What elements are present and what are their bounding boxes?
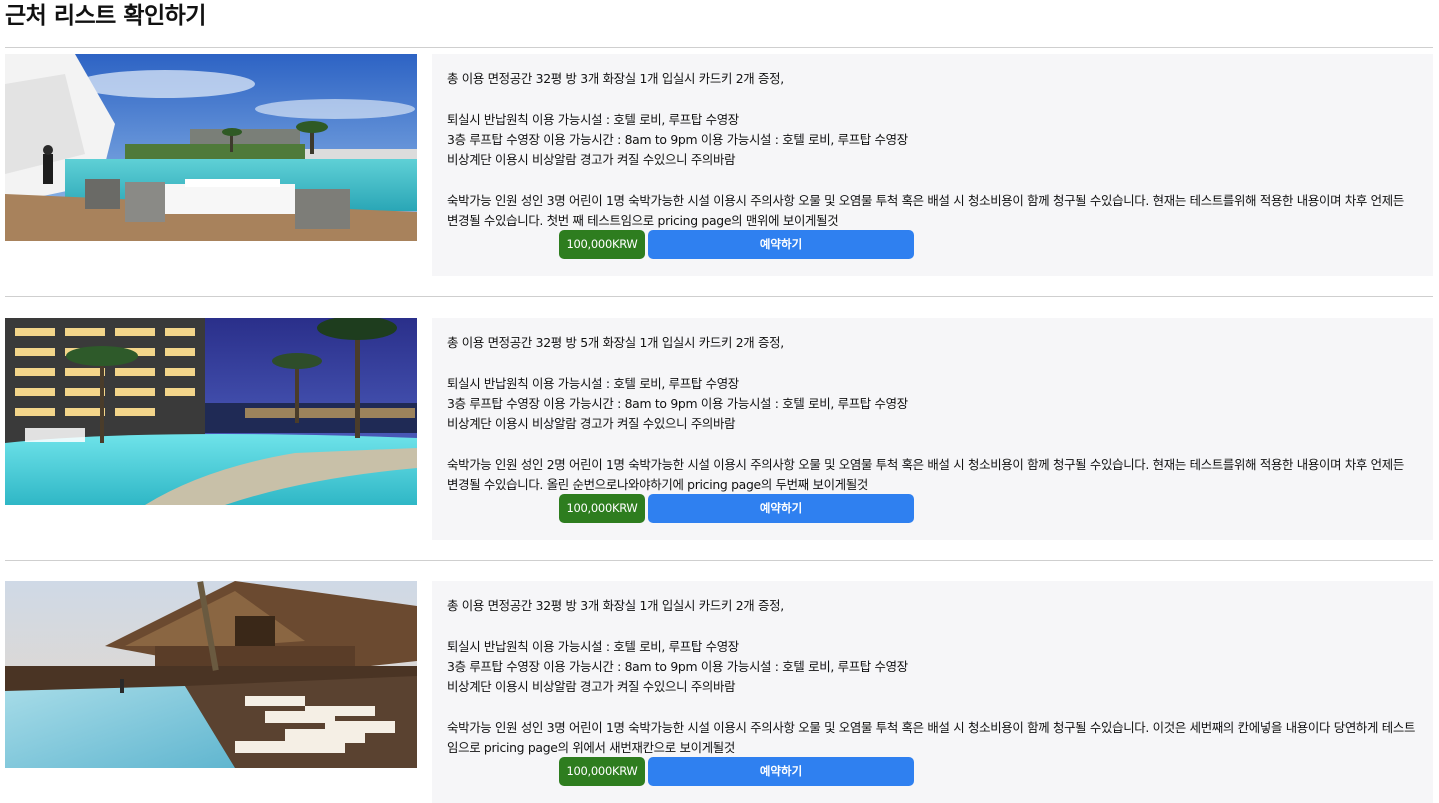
wooden-villa-pool-photo xyxy=(5,581,417,768)
listing-card: 총 이용 면정공간 32평 방 5개 화장실 1개 입실시 카드키 2개 증정,… xyxy=(5,318,1433,540)
listing-info: 총 이용 면정공간 32평 방 3개 화장실 1개 입실시 카드키 2개 증정,… xyxy=(432,581,1433,803)
reserve-button[interactable]: 예약하기 xyxy=(648,494,914,523)
listing-guest-notice: 숙박가능 인원 성인 2명 어린이 1명 숙박가능한 시설 이용시 주의사항 오… xyxy=(447,456,1404,493)
listing-card: 총 이용 면정공간 32평 방 3개 화장실 1개 입실시 카드키 2개 증정,… xyxy=(5,54,1433,276)
divider xyxy=(5,560,1433,561)
resort-night-pool-photo xyxy=(5,318,417,505)
listing-emergency-notice: 비상계단 이용시 비상알람 경고가 켜질 수있으니 주의바람 xyxy=(447,152,736,168)
listing-guest-notice: 숙박가능 인원 성인 3명 어린이 1명 숙박가능한 시설 이용시 주의사항 오… xyxy=(447,719,1416,756)
listing-checkout-policy: 퇴실시 반납원칙 이용 가능시설 : 호텔 로비, 루프탑 수영장 xyxy=(447,111,739,127)
listing-checkout-policy: 퇴실시 반납원칙 이용 가능시설 : 호텔 로비, 루프탑 수영장 xyxy=(447,375,739,391)
listing-info: 총 이용 면정공간 32평 방 5개 화장실 1개 입실시 카드키 2개 증정,… xyxy=(432,318,1433,540)
listing-photo[interactable] xyxy=(5,54,417,241)
divider xyxy=(5,296,1433,297)
listing-pool-hours: 3층 루프탑 수영장 이용 가능시간 : 8am to 9pm 이용 가능시설 … xyxy=(447,395,908,411)
listing-pool-hours: 3층 루프탑 수영장 이용 가능시간 : 8am to 9pm 이용 가능시설 … xyxy=(447,131,908,147)
listing-emergency-notice: 비상계단 이용시 비상알람 경고가 켜질 수있으니 주의바람 xyxy=(447,416,736,432)
listing-summary: 총 이용 면정공간 32평 방 3개 화장실 1개 입실시 카드키 2개 증정, xyxy=(447,71,784,86)
listing-summary: 총 이용 면정공간 32평 방 5개 화장실 1개 입실시 카드키 2개 증정, xyxy=(447,335,784,350)
price-badge: 100,000KRW xyxy=(559,494,645,523)
reserve-button[interactable]: 예약하기 xyxy=(648,757,914,786)
hotel-terrace-pool-photo xyxy=(5,54,417,241)
price-badge: 100,000KRW xyxy=(559,230,645,259)
listing-checkout-policy: 퇴실시 반납원칙 이용 가능시설 : 호텔 로비, 루프탑 수영장 xyxy=(447,638,739,654)
listing-info: 총 이용 면정공간 32평 방 3개 화장실 1개 입실시 카드키 2개 증정,… xyxy=(432,54,1433,276)
listing-guest-notice: 숙박가능 인원 성인 3명 어린이 1명 숙박가능한 시설 이용시 주의사항 오… xyxy=(447,192,1404,229)
listing-summary: 총 이용 면정공간 32평 방 3개 화장실 1개 입실시 카드키 2개 증정, xyxy=(447,598,784,613)
price-badge: 100,000KRW xyxy=(559,757,645,786)
listing-photo[interactable] xyxy=(5,581,417,768)
listing-pool-hours: 3층 루프탑 수영장 이용 가능시간 : 8am to 9pm 이용 가능시설 … xyxy=(447,658,908,674)
page-title: 근처 리스트 확인하기 xyxy=(5,3,206,29)
listing-photo[interactable] xyxy=(5,318,417,505)
reserve-button[interactable]: 예약하기 xyxy=(648,230,914,259)
divider xyxy=(5,47,1433,48)
listing-emergency-notice: 비상계단 이용시 비상알람 경고가 켜질 수있으니 주의바람 xyxy=(447,679,736,695)
listing-card: 총 이용 면정공간 32평 방 3개 화장실 1개 입실시 카드키 2개 증정,… xyxy=(5,581,1433,803)
